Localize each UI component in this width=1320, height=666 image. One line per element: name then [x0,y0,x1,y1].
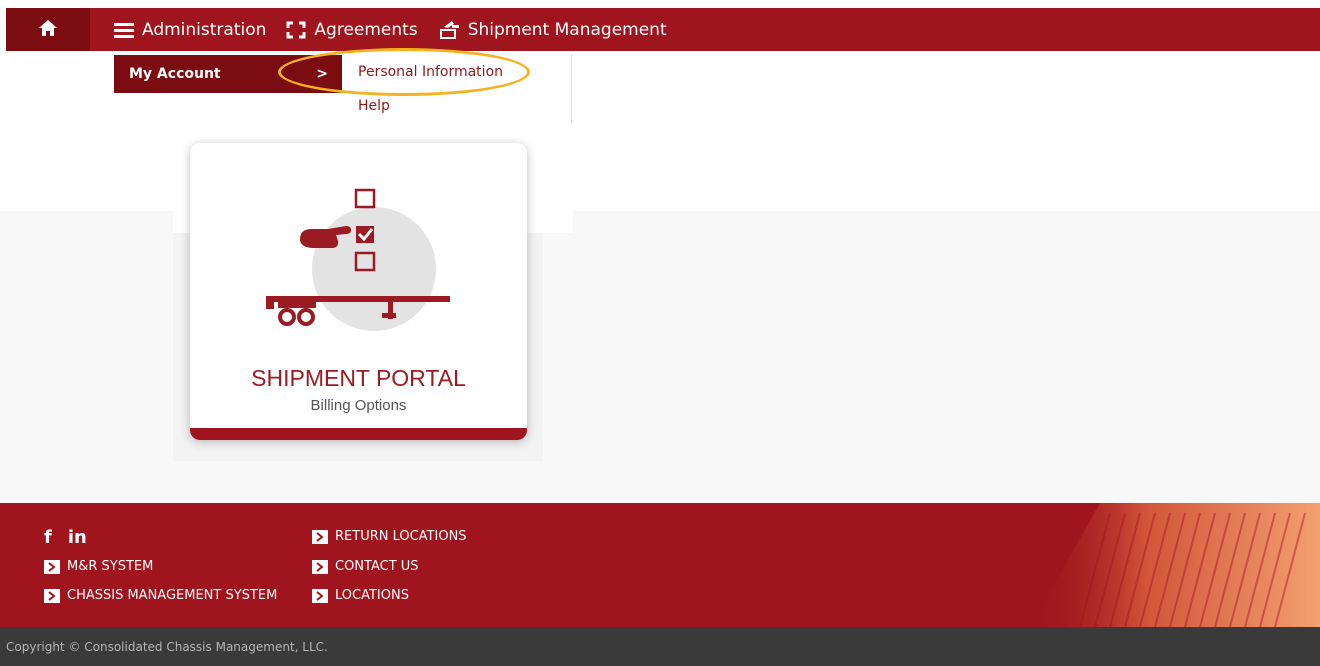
my-account-label: My Account [129,66,221,82]
chevron-right-icon [44,559,60,574]
social-links: f in [44,527,87,548]
nav-shipment-management[interactable]: Shipment Management [428,8,677,51]
footer-link-contact-us[interactable]: CONTACT US [312,559,419,574]
home-button[interactable] [6,8,90,51]
top-navigation-bar: Administration Agreements Shipment Manag… [6,8,1320,51]
footer-link-label: M&R SYSTEM [67,559,154,574]
checklist-chassis-icon [250,171,460,360]
card-title: SHIPMENT PORTAL [251,365,466,391]
home-icon [38,19,58,41]
copyright-text: Copyright © Consolidated Chassis Managem… [6,639,328,654]
chevron-right-icon [312,529,328,544]
personal-information-label: Personal Information [358,64,504,80]
shipment-icon [438,20,460,40]
nav-agreements-label: Agreements [314,19,418,40]
shipment-portal-card[interactable]: SHIPMENT PORTAL Billing Options [190,143,527,440]
my-account-submenu: Personal Information Help [342,55,572,123]
submenu-item-personal-information[interactable]: Personal Information [342,55,571,89]
submenu-item-help[interactable]: Help [342,89,571,123]
footer-link-label: CONTACT US [335,559,419,574]
nav-shipment-management-label: Shipment Management [467,19,667,40]
copyright-bar: Copyright © Consolidated Chassis Managem… [0,627,1320,666]
nav-agreements[interactable]: Agreements [276,8,427,51]
site-footer: f in M&R SYSTEM CHASSIS MANAGEMENT SYSTE… [0,503,1320,627]
agreements-icon [286,21,306,39]
nav-administration-label: Administration [142,19,267,40]
linkedin-icon[interactable]: in [68,527,87,548]
chevron-right-icon: > [316,66,328,82]
card-subtitle: Billing Options [310,397,407,414]
footer-link-label: LOCATIONS [335,588,409,603]
chevron-right-icon [312,588,328,603]
menu-item-my-account[interactable]: My Account > [114,55,342,93]
nav-administration[interactable]: Administration [110,8,276,51]
footer-link-label: RETURN LOCATIONS [335,529,467,544]
footer-link-locations[interactable]: LOCATIONS [312,588,409,603]
facebook-icon[interactable]: f [44,527,52,548]
footer-link-label: CHASSIS MANAGEMENT SYSTEM [67,588,278,603]
card-footer-bar [190,428,527,440]
chevron-right-icon [44,588,60,603]
shipping-containers-image [1030,503,1320,627]
menu-icon [114,22,134,38]
footer-link-mr-system[interactable]: M&R SYSTEM [44,559,153,574]
footer-link-return-locations[interactable]: RETURN LOCATIONS [312,529,467,544]
footer-link-chassis-management-system[interactable]: CHASSIS MANAGEMENT SYSTEM [44,588,277,603]
help-label: Help [358,98,390,114]
chevron-right-icon [312,559,328,574]
